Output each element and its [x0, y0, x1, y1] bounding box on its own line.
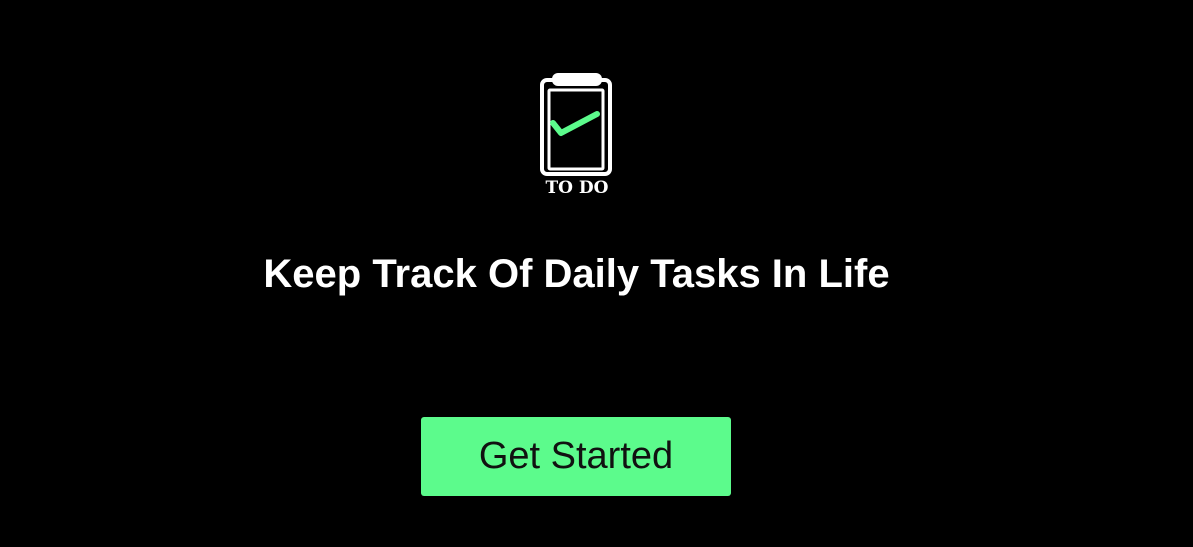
app-logo: TO DO [536, 70, 618, 202]
get-started-button[interactable]: Get Started [421, 417, 731, 496]
landing-page: TO DO Keep Track Of Daily Tasks In Life … [0, 0, 1193, 547]
logo-text: TO DO [545, 178, 609, 198]
hero-headline: Keep Track Of Daily Tasks In Life [263, 252, 890, 296]
clipboard-check-icon [536, 70, 618, 178]
